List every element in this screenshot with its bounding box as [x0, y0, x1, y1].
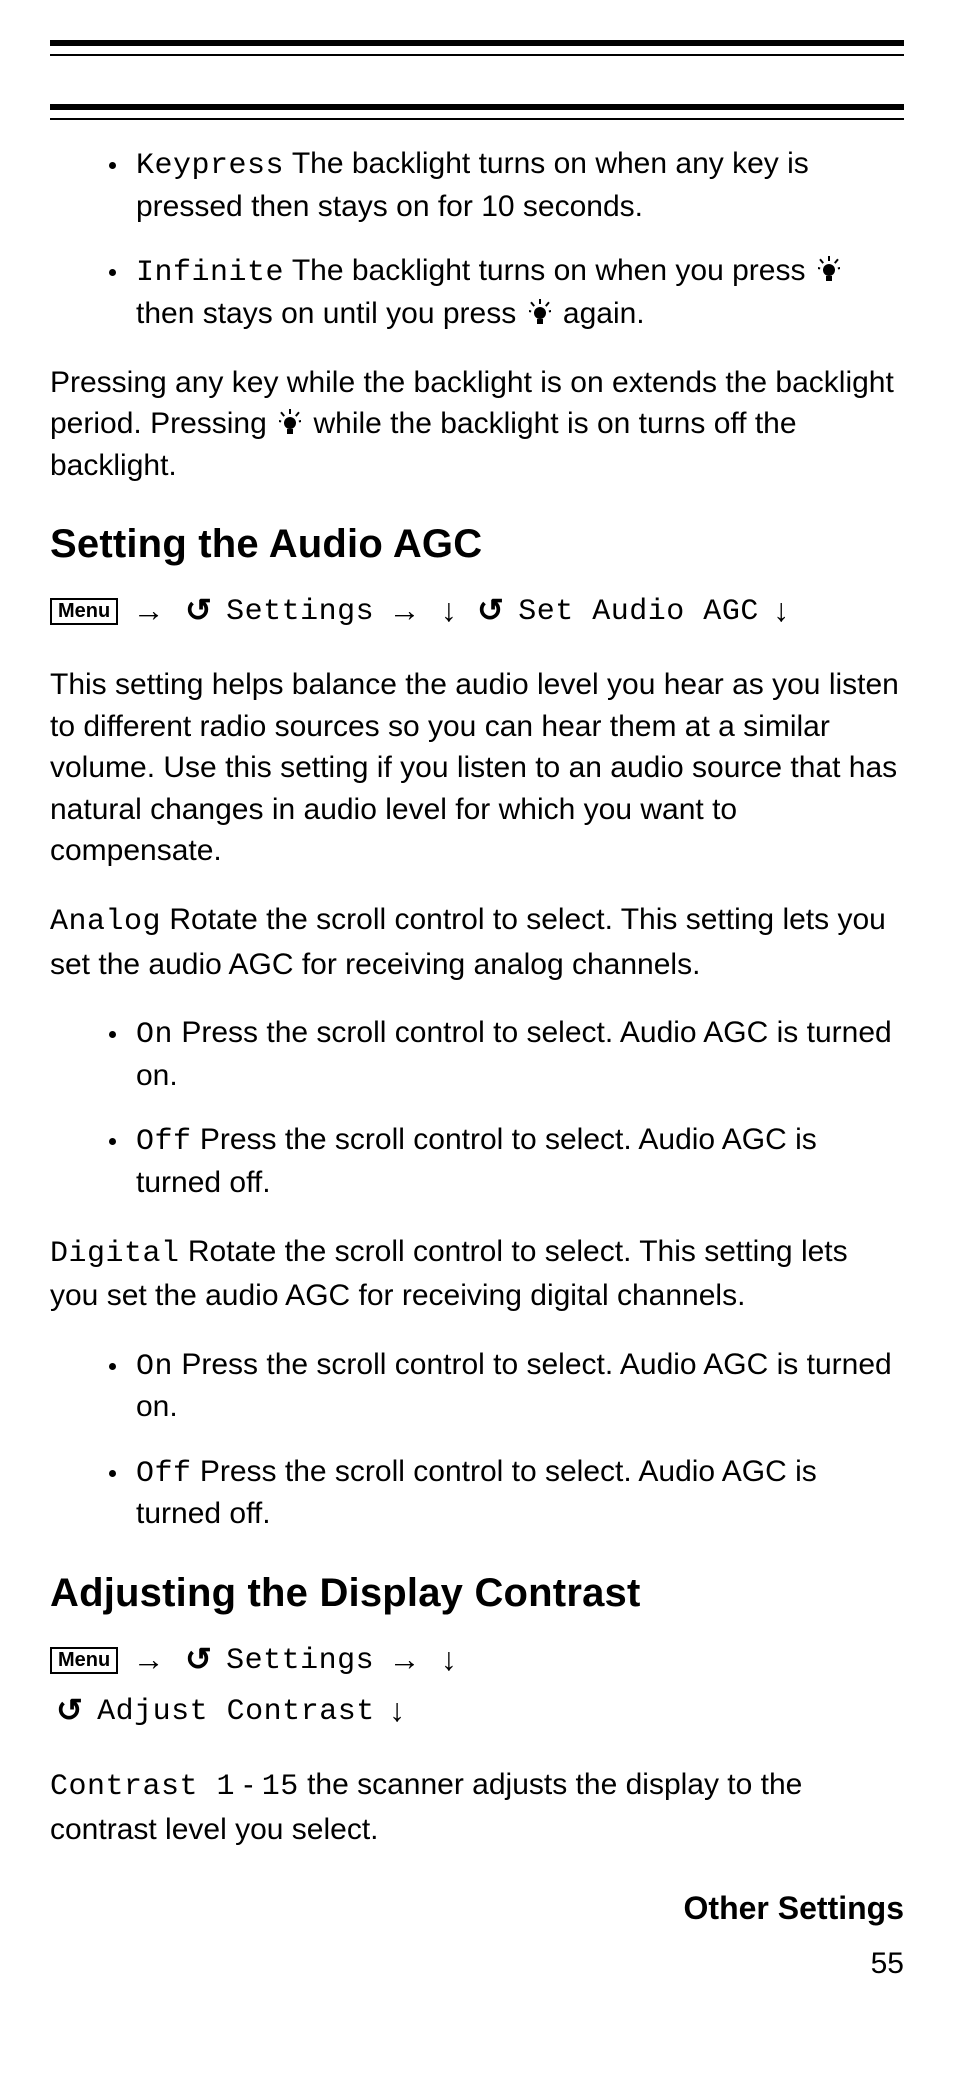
- mode-infinite-body-2: then stays on until you press: [136, 297, 516, 330]
- rotate-icon: ↻: [50, 1685, 89, 1736]
- option-off-label: Off: [136, 1457, 192, 1491]
- analog-body: Rotate the scroll control to select. Thi…: [50, 903, 886, 980]
- rotate-icon: ↻: [179, 585, 218, 636]
- top-rule-thick: [50, 40, 904, 46]
- mode-keypress-label: Keypress: [136, 149, 284, 183]
- analog-para: Analog Rotate the scroll control to sele…: [50, 899, 904, 985]
- digital-para: Digital Rotate the scroll control to sel…: [50, 1231, 904, 1317]
- arrow-down-icon: ↓: [767, 585, 795, 636]
- digital-label: Digital: [50, 1237, 180, 1271]
- arrow-down-icon: ↓: [435, 585, 463, 636]
- agc-intro: This setting helps balance the audio lev…: [50, 664, 904, 871]
- contrast-range-start: Contrast 1: [50, 1770, 235, 1804]
- option-off-body: Press the scroll control to select. Audi…: [136, 1123, 817, 1199]
- analog-options-list: On Press the scroll control to select. A…: [50, 1013, 904, 1203]
- nav-step-settings: Settings: [226, 1644, 374, 1678]
- bulb-icon: [529, 298, 551, 326]
- option-off-body: Press the scroll control to select. Audi…: [136, 1455, 817, 1531]
- arrow-right-icon: →: [382, 1634, 426, 1685]
- mode-infinite-body-3: again.: [563, 297, 645, 330]
- contrast-para: Contrast 1 - 15 the scanner adjusts the …: [50, 1764, 904, 1850]
- backlight-note: Pressing any key while the backlight is …: [50, 362, 904, 486]
- contrast-range-end: 15: [262, 1770, 299, 1804]
- sub-rule-thick: [50, 104, 904, 110]
- list-item: Infinite The backlight turns on when you…: [130, 251, 904, 334]
- option-on-body: Press the scroll control to select. Audi…: [136, 1348, 892, 1424]
- nav-path-audio-agc: Menu → ↻ Settings → ↓ ↻ Set Audio AGC ↓: [50, 585, 795, 636]
- heading-display-contrast: Adjusting the Display Contrast: [50, 1571, 904, 1616]
- mode-infinite-body-1: The backlight turns on when you press: [292, 254, 806, 287]
- list-item: On Press the scroll control to select. A…: [130, 1345, 904, 1428]
- top-rule-thin: [50, 54, 904, 56]
- nav-step-settings: Settings: [226, 595, 374, 629]
- backlight-mode-list: Keypress The backlight turns on when any…: [50, 144, 904, 334]
- option-on-label: On: [136, 1350, 173, 1384]
- analog-label: Analog: [50, 905, 161, 939]
- mode-infinite-label: Infinite: [136, 256, 284, 290]
- nav-path-contrast: Menu → ↻ Settings → ↓ ↻ Adjust Contrast …: [50, 1634, 904, 1736]
- list-item: Off Press the scroll control to select. …: [130, 1452, 904, 1535]
- arrow-down-icon: ↓: [435, 1634, 463, 1685]
- nav-step-set-audio-agc: Set Audio AGC: [518, 595, 759, 629]
- menu-button-icon: Menu: [50, 598, 118, 625]
- arrow-right-icon: →: [382, 585, 426, 636]
- option-off-label: Off: [136, 1125, 192, 1159]
- menu-button-icon: Menu: [50, 1647, 118, 1674]
- arrow-right-icon: →: [127, 1634, 171, 1685]
- list-item: Keypress The backlight turns on when any…: [130, 144, 904, 227]
- page-number: 55: [50, 1947, 904, 1981]
- list-item: Off Press the scroll control to select. …: [130, 1120, 904, 1203]
- rotate-icon: ↻: [471, 585, 510, 636]
- nav-step-adjust-contrast: Adjust Contrast: [97, 1695, 375, 1729]
- bulb-icon: [279, 407, 301, 435]
- arrow-right-icon: →: [127, 585, 171, 636]
- option-on-body: Press the scroll control to select. Audi…: [136, 1016, 892, 1092]
- contrast-dash: -: [235, 1768, 262, 1801]
- sub-rule-thin: [50, 118, 904, 120]
- manual-page: Keypress The backlight turns on when any…: [0, 0, 954, 2031]
- digital-options-list: On Press the scroll control to select. A…: [50, 1345, 904, 1535]
- arrow-down-icon: ↓: [383, 1685, 411, 1736]
- footer-section-heading: Other Settings: [50, 1890, 904, 1927]
- option-on-label: On: [136, 1018, 173, 1052]
- bulb-icon: [818, 255, 840, 283]
- heading-audio-agc: Setting the Audio AGC: [50, 522, 904, 567]
- rotate-icon: ↻: [179, 1634, 218, 1685]
- list-item: On Press the scroll control to select. A…: [130, 1013, 904, 1096]
